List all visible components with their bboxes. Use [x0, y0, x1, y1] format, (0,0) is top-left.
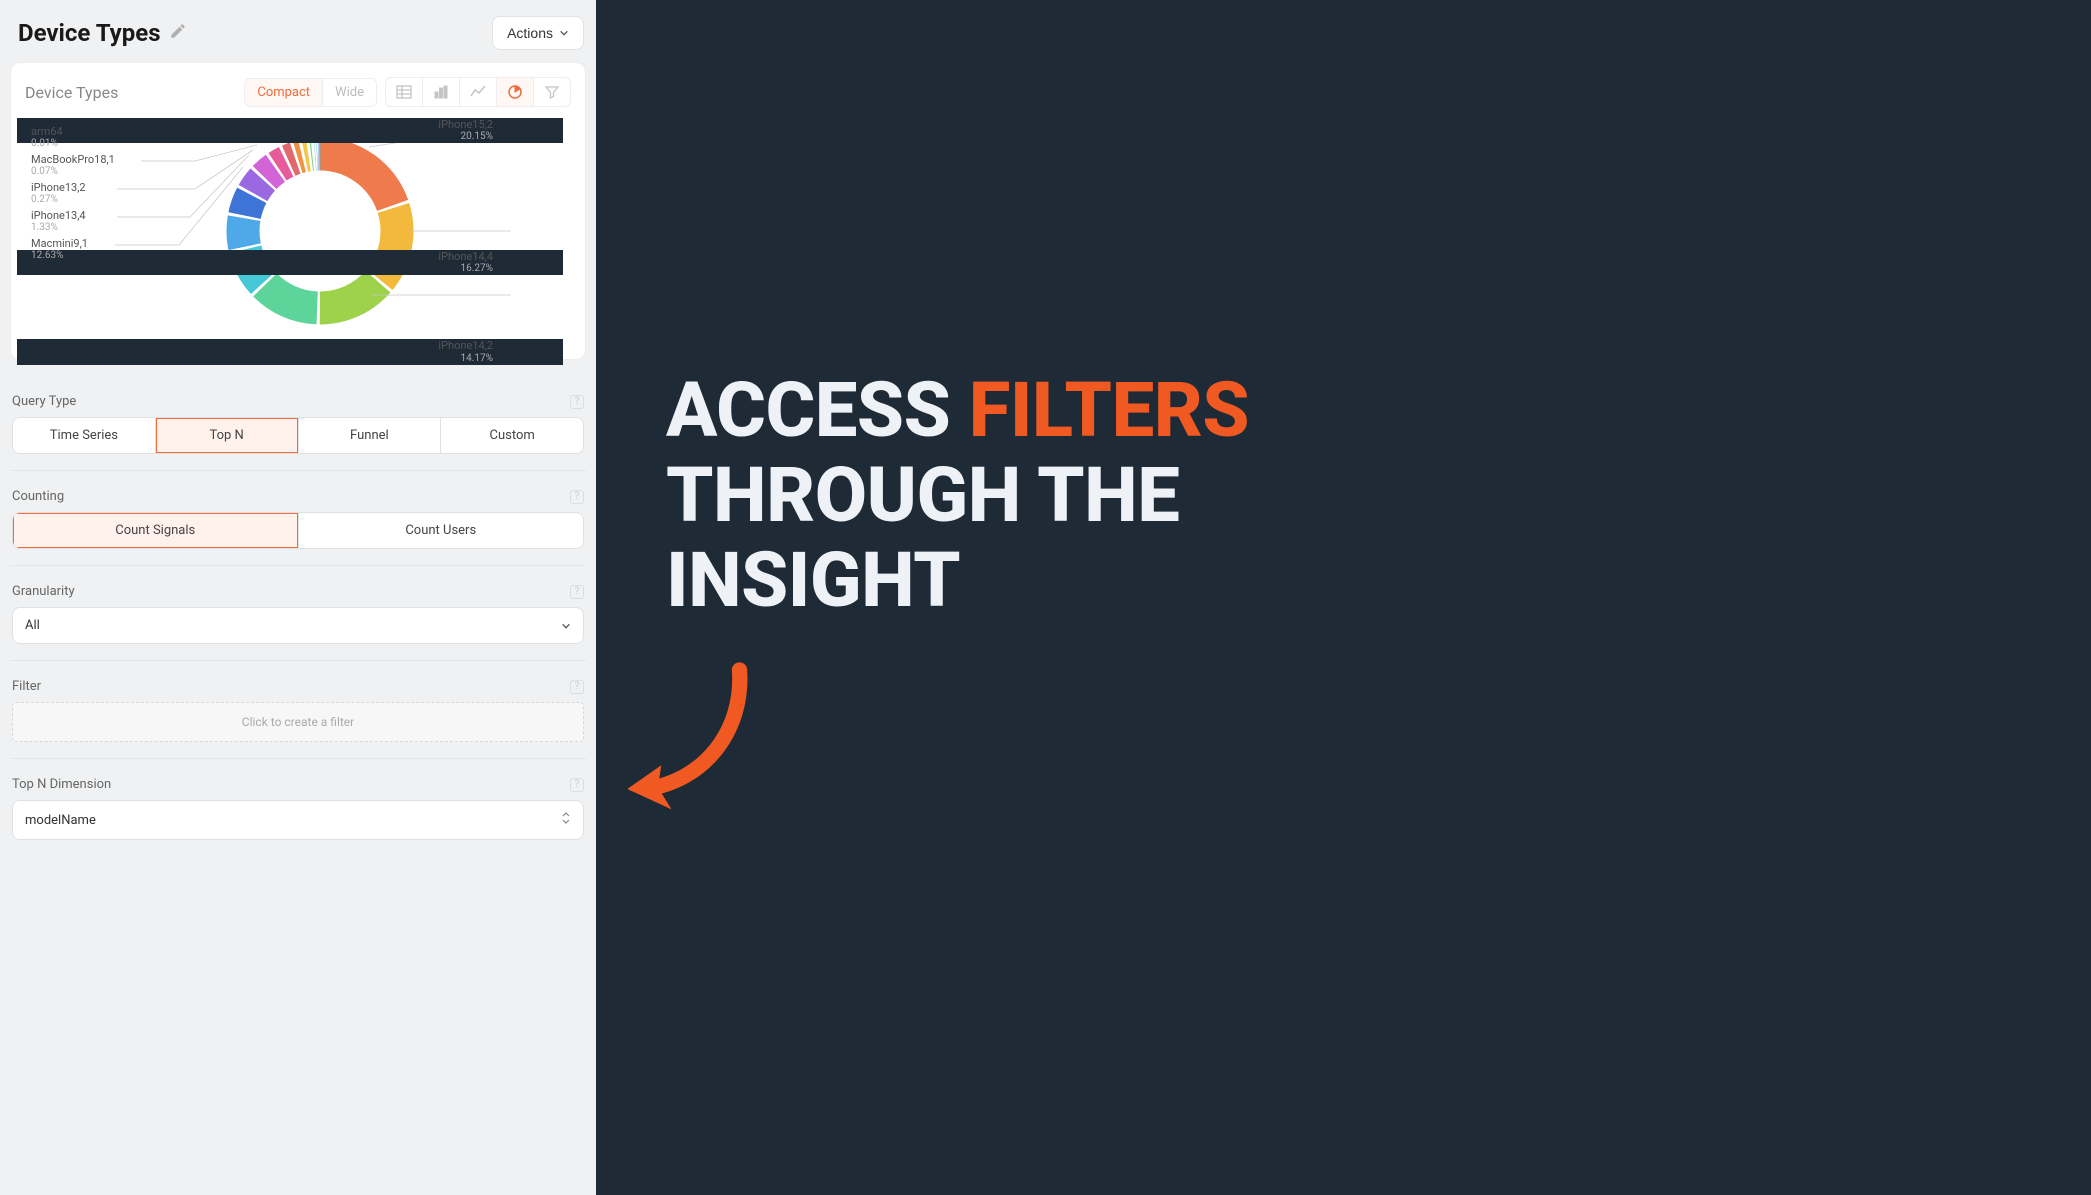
section-label: Query Type — [12, 394, 76, 409]
help-icon[interactable]: ? — [570, 585, 584, 599]
section-header: Granularity ? — [12, 576, 584, 607]
query-type-time-series[interactable]: Time Series — [13, 418, 155, 453]
counting-segment: Count Signals Count Users — [12, 512, 584, 549]
label-right-1: iPhone14,4 16.27% — [17, 250, 563, 275]
section-header: Query Type ? — [12, 386, 584, 417]
pie-chart-button[interactable] — [496, 78, 533, 106]
section-label: Granularity — [12, 584, 75, 599]
stepper-caret-icon — [561, 811, 571, 829]
help-icon[interactable]: ? — [570, 778, 584, 792]
label-pct: 14.17% — [87, 353, 493, 365]
counting-users[interactable]: Count Users — [298, 513, 584, 548]
section-label: Counting — [12, 489, 64, 504]
promo-word: ACCESS — [666, 365, 969, 455]
section-header: Top N Dimension ? — [12, 769, 584, 800]
label-pct: 12.63% — [31, 250, 88, 262]
label-pct: 0.27% — [31, 194, 86, 206]
donut-chart — [195, 121, 445, 341]
label-pct: 16.27% — [87, 263, 493, 275]
view-mode-segment: Compact Wide — [244, 78, 377, 107]
arrow-icon — [612, 653, 2021, 827]
section-label: Top N Dimension — [12, 777, 111, 792]
section-header: Filter ? — [12, 671, 584, 702]
chart-type-segment — [385, 77, 571, 107]
promo-word: INSIGHT — [666, 535, 960, 625]
chevron-down-icon — [561, 621, 571, 631]
help-icon[interactable]: ? — [570, 490, 584, 504]
query-type-funnel[interactable]: Funnel — [298, 418, 441, 453]
promo-panel: ACCESS FILTERS THROUGH THE INSIGHT — [596, 0, 2091, 1195]
wide-button[interactable]: Wide — [322, 79, 376, 106]
card-title: Device Types — [25, 83, 118, 102]
filter-section: Filter ? Click to create a filter — [10, 660, 586, 752]
label-pct: 0.07% — [31, 166, 115, 178]
label-right-2: iPhone14,2 14.17% — [17, 339, 563, 364]
page-title-wrap: Device Types — [18, 19, 187, 47]
promo-word: THROUGH THE — [666, 450, 1179, 540]
label-name: iPhone14,2 — [87, 339, 493, 352]
compact-button[interactable]: Compact — [245, 79, 322, 106]
topn-dimension-section: Top N Dimension ? modelName — [10, 758, 586, 850]
line-chart-button[interactable] — [459, 78, 496, 106]
label-pct: 0.01% — [31, 138, 63, 150]
granularity-value: All — [25, 618, 40, 633]
granularity-select[interactable]: All — [12, 607, 584, 644]
label-name: Macmini9,1 — [31, 237, 88, 250]
label-name: iPhone13,4 — [31, 209, 86, 222]
label-name: arm64 — [31, 125, 63, 138]
label-left-2: iPhone13,2 0.27% — [31, 181, 86, 206]
label-name: iPhone14,4 — [87, 250, 493, 263]
label-right-0: iPhone15,2 20.15% — [17, 118, 563, 143]
pencil-icon[interactable] — [169, 22, 187, 44]
chart-area: iPhone15,2 20.15% iPhone14,4 16.27% iPho… — [25, 115, 571, 345]
topn-dimension-select[interactable]: modelName — [12, 800, 584, 840]
chevron-down-icon — [559, 28, 569, 38]
page-header: Device Types Actions — [10, 10, 586, 62]
card-controls: Compact Wide — [244, 77, 571, 107]
label-name: iPhone15,2 — [87, 118, 493, 131]
counting-section: Counting ? Count Signals Count Users — [10, 470, 586, 559]
create-filter-box[interactable]: Click to create a filter — [12, 702, 584, 742]
filter-button[interactable] — [533, 78, 570, 106]
bar-chart-button[interactable] — [422, 78, 459, 106]
label-left-4: Macmini9,1 12.63% — [31, 237, 88, 262]
insight-panel: Device Types Actions Device Types Compac… — [0, 0, 596, 1195]
section-label: Filter — [12, 679, 41, 694]
topn-dimension-value: modelName — [25, 813, 96, 828]
actions-label: Actions — [507, 25, 553, 41]
help-icon[interactable]: ? — [570, 395, 584, 409]
help-icon[interactable]: ? — [570, 680, 584, 694]
chart-card: Device Types Compact Wide — [10, 62, 586, 360]
counting-signals[interactable]: Count Signals — [13, 513, 298, 548]
query-type-section: Query Type ? Time Series Top N Funnel Cu… — [10, 376, 586, 464]
table-view-button[interactable] — [386, 78, 422, 106]
card-header: Device Types Compact Wide — [25, 77, 571, 107]
label-name: MacBookPro18,1 — [31, 153, 115, 166]
actions-button[interactable]: Actions — [492, 16, 584, 50]
label-pct: 1.33% — [31, 222, 86, 234]
label-left-3: iPhone13,4 1.33% — [31, 209, 86, 234]
promo-headline: ACCESS FILTERS THROUGH THE INSIGHT — [666, 368, 2021, 623]
query-type-segment: Time Series Top N Funnel Custom — [12, 417, 584, 454]
page-title: Device Types — [18, 19, 161, 47]
query-type-custom[interactable]: Custom — [440, 418, 583, 453]
label-pct: 20.15% — [87, 131, 493, 143]
label-left-1: MacBookPro18,1 0.07% — [31, 153, 115, 178]
promo-word-highlight: FILTERS — [969, 365, 1249, 455]
section-header: Counting ? — [12, 481, 584, 512]
granularity-section: Granularity ? All — [10, 565, 586, 654]
label-name: iPhone13,2 — [31, 181, 86, 194]
query-type-top-n[interactable]: Top N — [155, 418, 298, 453]
label-left-0: arm64 0.01% — [31, 125, 63, 150]
